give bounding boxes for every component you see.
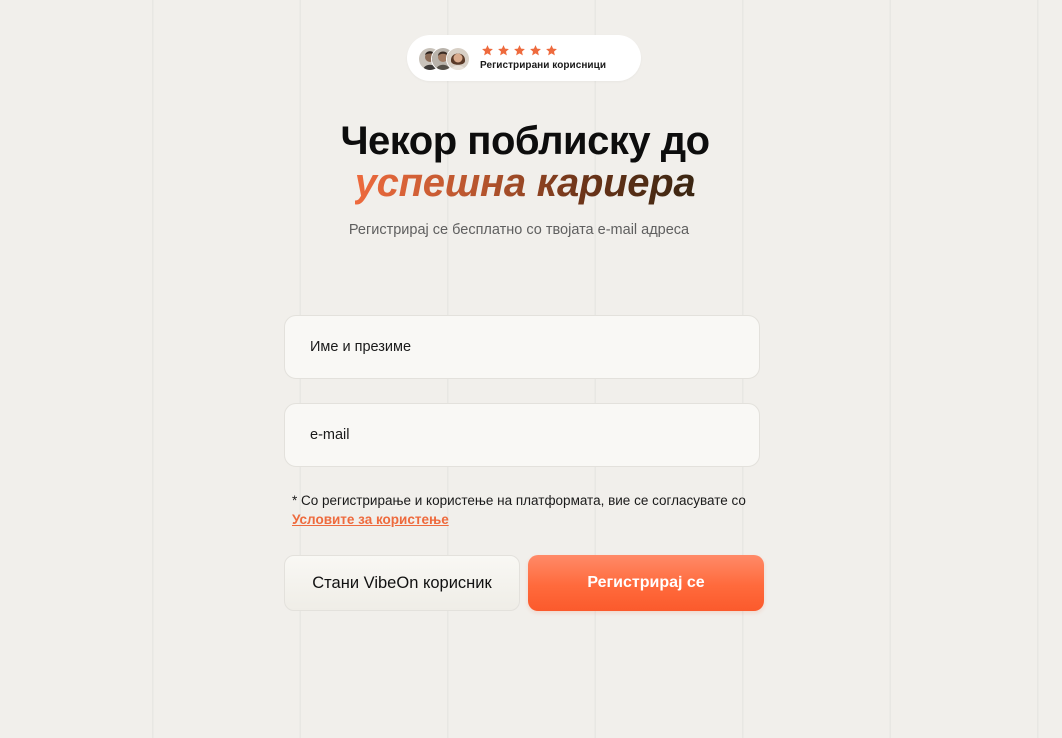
avatar-group xyxy=(418,47,472,71)
star-icon xyxy=(530,45,541,56)
registered-users-label: Регистрирани корисници xyxy=(480,60,607,71)
register-button[interactable]: Регистрирај се xyxy=(528,555,764,611)
email-field xyxy=(284,403,760,467)
star-icon xyxy=(514,45,525,56)
avatar xyxy=(446,47,470,71)
become-vibeon-user-button[interactable]: Стани VibeOn корисник xyxy=(284,555,520,611)
star-icon xyxy=(482,45,493,56)
full-name-input[interactable] xyxy=(285,316,759,378)
rating-stars xyxy=(481,44,558,58)
page-subtitle: Регистрирај се бесплатно со твојата e-ma… xyxy=(348,222,690,238)
terms-notice: * Со регистрирање и користење на платфор… xyxy=(292,493,746,508)
terms-of-use-link[interactable]: Условите за користење xyxy=(292,510,449,530)
name-field xyxy=(284,315,760,379)
star-icon xyxy=(498,45,509,56)
star-icon xyxy=(546,45,557,56)
registered-users-badge: Регистрирани корисници xyxy=(407,35,641,81)
page-title: Чекор поблиску до xyxy=(340,119,710,163)
page-title-accent: успешна кариера xyxy=(0,160,1050,215)
email-input[interactable] xyxy=(285,404,759,466)
page-title-accent-text: успешна кариера xyxy=(354,161,696,205)
